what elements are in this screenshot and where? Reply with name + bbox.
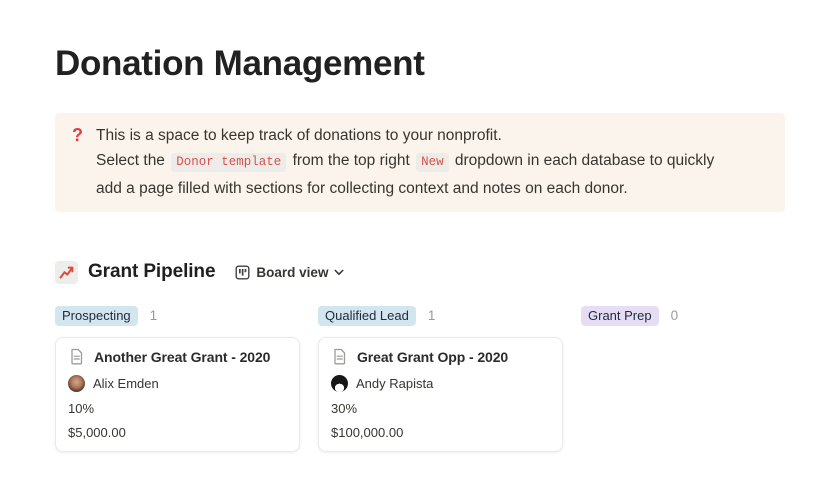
- page-title: Donation Management: [55, 46, 785, 83]
- column-count: 1: [150, 308, 158, 323]
- new-code: New: [416, 153, 449, 172]
- board-view-label: Board view: [256, 265, 328, 280]
- board-column: Qualified Lead 1 Great Grant Opp - 2020 …: [318, 305, 563, 452]
- person-name: Alix Emden: [93, 376, 159, 391]
- column-pill: Grant Prep: [581, 306, 659, 326]
- card-person-row: Andy Rapista: [331, 375, 550, 392]
- document-icon: [68, 348, 85, 365]
- chevron-down-icon: [334, 269, 344, 276]
- collection-icon-tile: [55, 261, 78, 284]
- callout-line-2: Select the Donor template from the top r…: [96, 148, 744, 201]
- column-count: 1: [428, 308, 436, 323]
- callout-line-1: This is a space to keep track of donatio…: [96, 123, 744, 149]
- callout-seg-1: Select the: [96, 152, 169, 169]
- collection-title: Grant Pipeline: [88, 261, 215, 283]
- column-pill: Qualified Lead: [318, 306, 416, 326]
- board-view-button[interactable]: Board view: [231, 263, 348, 282]
- column-count: 0: [671, 308, 679, 323]
- board: Prospecting 1 Another Great Grant - 2020…: [55, 305, 785, 452]
- board-column: Prospecting 1 Another Great Grant - 2020…: [55, 305, 300, 452]
- card-percent: 10%: [68, 401, 287, 416]
- chart-increasing-icon: [59, 265, 74, 280]
- column-pill: Prospecting: [55, 306, 138, 326]
- avatar: [68, 375, 85, 392]
- column-header[interactable]: Qualified Lead 1: [318, 305, 563, 326]
- board-view-icon: [235, 265, 250, 280]
- card-amount: $100,000.00: [331, 425, 550, 440]
- question-mark-icon: ?: [72, 123, 83, 202]
- person-name: Andy Rapista: [356, 376, 433, 391]
- card-title-row: Great Grant Opp - 2020: [331, 348, 550, 365]
- column-cards: Another Great Grant - 2020 Alix Emden 10…: [55, 337, 300, 452]
- card-amount: $5,000.00: [68, 425, 287, 440]
- column-header[interactable]: Grant Prep 0: [581, 305, 826, 326]
- callout-text: This is a space to keep track of donatio…: [96, 123, 744, 202]
- page: Donation Management ? This is a space to…: [0, 0, 840, 452]
- board-card[interactable]: Another Great Grant - 2020 Alix Emden 10…: [55, 337, 300, 452]
- card-person-row: Alix Emden: [68, 375, 287, 392]
- board-card[interactable]: Great Grant Opp - 2020 Andy Rapista 30% …: [318, 337, 563, 452]
- callout-seg-2: from the top right: [288, 152, 414, 169]
- board-column: Grant Prep 0: [581, 305, 826, 452]
- card-title: Great Grant Opp - 2020: [357, 349, 508, 365]
- card-percent: 30%: [331, 401, 550, 416]
- donor-template-code: Donor template: [171, 153, 286, 172]
- column-header[interactable]: Prospecting 1: [55, 305, 300, 326]
- collection-header: Grant Pipeline Board view: [55, 260, 785, 284]
- card-title: Another Great Grant - 2020: [94, 349, 270, 365]
- callout: ? This is a space to keep track of donat…: [55, 113, 785, 213]
- document-icon: [331, 348, 348, 365]
- column-cards: Great Grant Opp - 2020 Andy Rapista 30% …: [318, 337, 563, 452]
- card-title-row: Another Great Grant - 2020: [68, 348, 287, 365]
- avatar: [331, 375, 348, 392]
